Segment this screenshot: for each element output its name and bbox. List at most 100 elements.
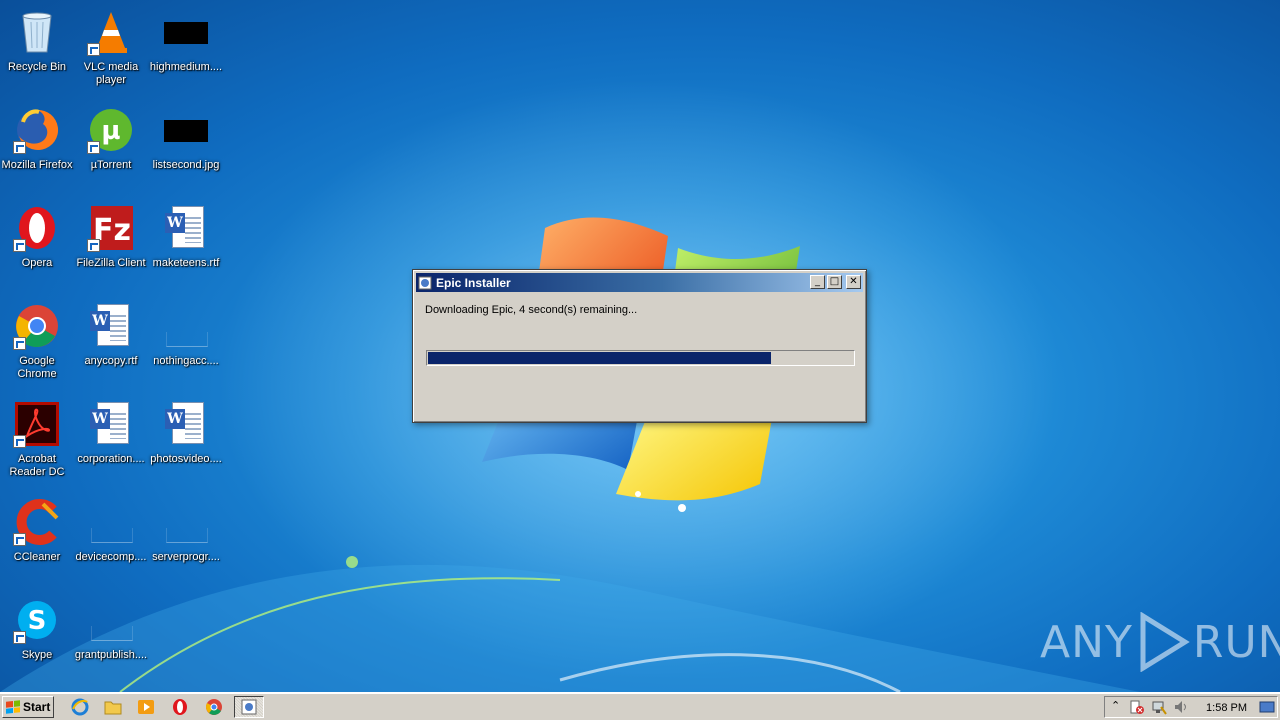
icon-label: highmedium....	[149, 61, 223, 73]
desktop-icon-filezilla[interactable]: Fz FileZilla Client	[74, 200, 148, 290]
opera-icon[interactable]	[171, 698, 189, 716]
shortcut-arrow-icon	[13, 337, 26, 350]
volume-icon[interactable]	[1173, 699, 1189, 715]
icon-label: listsecond.jpg	[152, 159, 220, 171]
desktop-icon-utorrent[interactable]: µ µTorrent	[74, 102, 148, 192]
icon-label: Skype	[21, 649, 53, 661]
window-titlebar[interactable]: Epic Installer _ □ ✕	[416, 273, 863, 292]
shortcut-arrow-icon	[13, 435, 26, 448]
desktop-icon-devicecomp[interactable]: devicecomp....	[74, 494, 148, 584]
desktop-icon-serverprogr[interactable]: serverprogr....	[149, 494, 223, 584]
shortcut-arrow-icon	[87, 239, 100, 252]
shortcut-arrow-icon	[87, 141, 100, 154]
shortcut-arrow-icon	[87, 43, 100, 56]
desktop-icon-photosvideo[interactable]: W photosvideo....	[149, 396, 223, 486]
show-desktop-button[interactable]	[1259, 699, 1275, 715]
watermark-left: ANY	[1040, 616, 1133, 668]
minimize-button[interactable]: _	[810, 275, 825, 289]
image-thumbnail-icon	[162, 8, 210, 56]
installer-app-icon	[241, 699, 257, 715]
chrome-icon	[13, 302, 61, 350]
blank-file-icon	[87, 596, 135, 644]
desktop-icon-listsecond[interactable]: listsecond.jpg	[149, 102, 223, 192]
desktop-icon-ccleaner[interactable]: CCleaner	[0, 494, 74, 584]
progress-fill	[428, 352, 771, 364]
svg-text:µ: µ	[101, 116, 120, 146]
ccleaner-icon	[13, 498, 61, 546]
blank-file-icon	[162, 302, 210, 350]
clock[interactable]: 1:58 PM	[1206, 702, 1247, 714]
show-hidden-icons-icon[interactable]: ⌃	[1111, 699, 1120, 712]
close-button[interactable]: ✕	[846, 275, 861, 289]
desktop-icon-firefox[interactable]: Mozilla Firefox	[0, 102, 74, 192]
utorrent-icon: µ	[87, 106, 135, 154]
icon-label: devicecomp....	[75, 551, 147, 563]
filezilla-icon: Fz	[87, 204, 135, 252]
icon-label: FileZilla Client	[76, 257, 146, 269]
opera-icon	[13, 204, 61, 252]
icon-label: corporation....	[77, 453, 145, 465]
icon-label: Acrobat Reader DC	[9, 453, 65, 478]
anyrun-watermark: ANY RUN	[1040, 612, 1280, 672]
acrobat-icon	[13, 400, 61, 448]
desktop-icon-grantpublish[interactable]: grantpublish....	[74, 592, 148, 682]
icon-label: nothingacc....	[153, 355, 219, 367]
icon-label: Mozilla Firefox	[1, 159, 73, 171]
icon-label: CCleaner	[13, 551, 61, 563]
taskbar-installer-button[interactable]	[234, 696, 264, 718]
word-document-icon: W	[162, 204, 210, 252]
desktop-icon-vlc[interactable]: VLC media player	[74, 4, 148, 94]
icon-label: maketeens.rtf	[152, 257, 220, 269]
folder-icon[interactable]	[104, 698, 122, 716]
desktop-icon-corporation[interactable]: W corporation....	[74, 396, 148, 486]
download-progress-bar	[426, 350, 855, 366]
download-status-text: Downloading Epic, 4 second(s) remaining.…	[425, 304, 638, 316]
shortcut-arrow-icon	[13, 533, 26, 546]
word-document-icon: W	[87, 400, 135, 448]
icon-label: Opera	[21, 257, 53, 269]
desktop-icon-skype[interactable]: S Skype	[0, 592, 74, 682]
taskbar: Start ⌃ 1:58 PM	[0, 692, 1280, 720]
word-document-icon: W	[87, 302, 135, 350]
icon-label: Google Chrome	[17, 355, 57, 380]
vlc-icon	[87, 8, 135, 56]
windows-logo-icon	[6, 700, 20, 714]
icon-label: serverprogr....	[152, 551, 220, 563]
shortcut-arrow-icon	[13, 141, 26, 154]
desktop-icon-nothingacc[interactable]: nothingacc....	[149, 298, 223, 388]
blank-file-icon	[87, 498, 135, 546]
icon-label: grantpublish....	[74, 649, 148, 661]
svg-text:S: S	[28, 606, 47, 636]
desktop-icon-opera[interactable]: Opera	[0, 200, 74, 290]
window-title: Epic Installer	[436, 275, 511, 290]
media-player-icon[interactable]	[137, 698, 155, 716]
icon-label: Recycle Bin	[7, 61, 67, 73]
desktop-icon-anycopy[interactable]: W anycopy.rtf	[74, 298, 148, 388]
desktop-icon-highmedium[interactable]: highmedium....	[149, 4, 223, 94]
installer-window: Epic Installer _ □ ✕ Downloading Epic, 4…	[412, 269, 867, 423]
icon-label: photosvideo....	[150, 453, 222, 465]
desktop-icon-recycle-bin[interactable]: Recycle Bin	[0, 4, 74, 94]
start-button[interactable]: Start	[2, 696, 54, 718]
desktop-icon-maketeens[interactable]: W maketeens.rtf	[149, 200, 223, 290]
action-center-icon[interactable]	[1129, 699, 1145, 715]
installer-app-icon	[418, 276, 432, 289]
start-label: Start	[23, 700, 51, 714]
blank-file-icon	[162, 498, 210, 546]
desktop-icon-acrobat[interactable]: Acrobat Reader DC	[0, 396, 74, 486]
icon-label: VLC media player	[83, 61, 139, 86]
ie-icon[interactable]	[71, 698, 89, 716]
system-tray: ⌃ 1:58 PM	[1104, 696, 1278, 718]
shortcut-arrow-icon	[13, 239, 26, 252]
icon-label: anycopy.rtf	[84, 355, 138, 367]
icon-label: µTorrent	[90, 159, 132, 171]
maximize-button[interactable]: □	[827, 275, 842, 289]
word-document-icon: W	[162, 400, 210, 448]
chrome-icon[interactable]	[205, 698, 223, 716]
show-desktop-icon	[1259, 701, 1275, 713]
watermark-right: RUN	[1192, 616, 1280, 668]
desktop-icon-chrome[interactable]: Google Chrome	[0, 298, 74, 388]
skype-icon: S	[13, 596, 61, 644]
recycle-bin-icon	[13, 8, 61, 56]
network-icon[interactable]	[1151, 699, 1167, 715]
